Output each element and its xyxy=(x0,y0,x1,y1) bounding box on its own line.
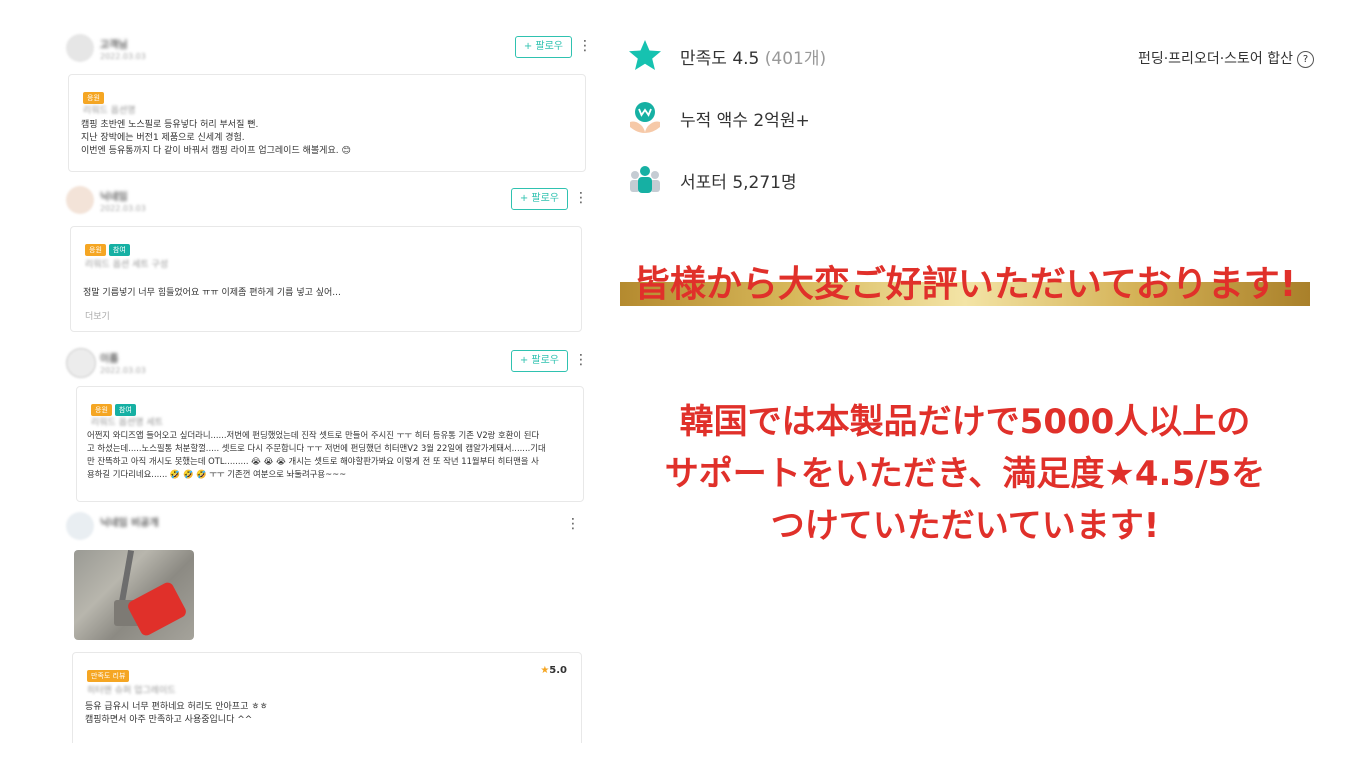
review-text: 등유 급유시 너무 편하네요 허리도 안아프고 ㅎㅎ 캠핑하면서 아주 만족하고… xyxy=(85,701,569,727)
review-date-blurred: 2022.03.03 xyxy=(100,52,146,61)
review-line: 정말 기름넣기 너무 힘들었어요 ㅠㅠ 이제좀 편하게 기름 넣고 싶어... xyxy=(83,288,341,298)
review-tag: 응원 xyxy=(85,244,106,256)
scope-note: 펀딩·프리오더·스토어 합산? xyxy=(1138,48,1314,68)
rating-badge: ★5.0 xyxy=(540,665,567,676)
review-tag: 참여 xyxy=(108,244,130,256)
satisfaction-text: 만족도 4.5 (401개) xyxy=(680,49,827,69)
reward-name-blurred: 히터맨 슈퍼 업그레이드 xyxy=(87,686,176,696)
money-hands-icon xyxy=(630,102,660,133)
kebab-menu-icon[interactable]: ⋮ xyxy=(578,36,592,56)
review-header: 고객님 2022.03.03 + 팔로우 ⋮ xyxy=(60,28,600,72)
review-line: 만 잔뜩하고 아직 개시도 못했는데 OTL......... 😭 😭 😭 개시… xyxy=(87,456,539,466)
stat-total-amount: 누적 액수 2억원+ xyxy=(628,98,1328,138)
avatar[interactable] xyxy=(66,186,94,214)
review-line: 고 하셨는데.....노스필통 처분할껄..... 셋트로 다시 주문합니다 ㅜ… xyxy=(87,443,546,453)
promo-line: つけていただいています! xyxy=(770,506,1160,546)
review-line: 용하길 기다리네요...... 🤣 🤣 🤣 ㅜㅜ 기존껀 여분으로 놔둘려구용~… xyxy=(87,469,347,479)
review-text: 정말 기름넣기 너무 힘들었어요 ㅠㅠ 이제좀 편하게 기름 넣고 싶어... xyxy=(83,287,569,300)
user-name-blurred: 고객님 xyxy=(100,40,128,51)
review-line: 캠핑 초반엔 노스필로 등유넣다 허리 부서질 뻔. xyxy=(81,120,259,130)
review-card: 응원 리워드 옵션명 캠핑 초반엔 노스필로 등유넣다 허리 부서질 뻔. 지난… xyxy=(68,74,586,172)
promo-line: サポートをいただき、満足度★4.5/5を xyxy=(664,454,1266,494)
stat-supporters: 서포터 5,271명 xyxy=(628,160,1328,200)
review-card: 응원 참여 리워드 옵션명 세트 어쩐지 와디즈앱 들어오고 싶더라니......… xyxy=(76,386,584,502)
more-link[interactable]: 더보기 xyxy=(85,309,110,322)
review-header: 이름 2022.03.03 + 팔로우 ⋮ xyxy=(60,342,600,386)
review-card: 응원 참여 리워드 옵션 세트 구성 정말 기름넣기 너무 힘들었어요 ㅠㅠ 이제… xyxy=(70,226,582,332)
review-date-blurred: 2022.03.03 xyxy=(100,204,146,213)
avatar[interactable] xyxy=(66,348,96,378)
kebab-menu-icon[interactable]: ⋮ xyxy=(574,188,588,208)
avatar[interactable] xyxy=(66,512,94,540)
kebab-menu-icon[interactable]: ⋮ xyxy=(574,350,588,370)
review-line: 이번엔 등유통까지 다 같이 바꿔서 캠핑 라이프 업그레이드 해볼게요. 😊 xyxy=(81,146,351,156)
help-circle-icon[interactable]: ? xyxy=(1297,51,1314,68)
avatar[interactable] xyxy=(66,34,94,62)
follow-button[interactable]: + 팔로우 xyxy=(514,36,572,58)
total-amount-text: 누적 액수 2억원+ xyxy=(680,111,810,131)
review-item: 닉네임 2022.03.03 + 팔로우 ⋮ 응원 참여 리워드 옵션 세트 구성… xyxy=(60,180,600,332)
review-text: 캠핑 초반엔 노스필로 등유넣다 허리 부서질 뻔. 지난 장박에는 버전1 제… xyxy=(81,119,573,158)
user-name-blurred: 닉네임 비공개 xyxy=(100,518,159,529)
review-list: 고객님 2022.03.03 + 팔로우 ⋮ 응원 리워드 옵션명 캠핑 초반엔… xyxy=(60,28,600,743)
promo-body: 韓国では本製品だけで5000人以上の サポートをいただき、満足度★4.5/5を … xyxy=(620,396,1310,552)
supporters-icon xyxy=(630,166,660,193)
kebab-menu-icon[interactable]: ⋮ xyxy=(566,514,580,534)
follow-button[interactable]: + 팔로우 xyxy=(510,188,568,210)
review-tag: 만족도 리뷰 xyxy=(87,670,130,682)
promo-headline: 皆様から大変ご好評いただいております! xyxy=(633,264,1297,305)
review-header: 닉네임 비공개 ⋮ xyxy=(60,506,600,550)
review-line: 지난 장박에는 버전1 제품으로 신세계 경험. xyxy=(81,133,245,143)
promo-line: 韓国では本製品だけで5000人以上の xyxy=(679,402,1251,442)
reward-name-blurred: 리워드 옵션명 세트 xyxy=(91,418,163,428)
stat-satisfaction: 만족도 4.5 (401개) 펀딩·프리오더·스토어 합산? xyxy=(628,36,1328,76)
review-header: 닉네임 2022.03.03 + 팔로우 ⋮ xyxy=(60,180,600,224)
follow-button[interactable]: + 팔로우 xyxy=(510,350,568,372)
review-line: 어쩐지 와디즈앱 들어오고 싶더라니......저번에 펀딩했었는데 진작 셋트… xyxy=(87,430,540,440)
star-icon: ★ xyxy=(540,665,550,676)
review-date-blurred: 2022.03.03 xyxy=(100,366,146,375)
review-text: 어쩐지 와디즈앱 들어오고 싶더라니......저번에 펀딩했었는데 진작 셋트… xyxy=(87,429,575,481)
review-card: 만족도 리뷰 ★5.0 히터맨 슈퍼 업그레이드 등유 급유시 너무 편하네요 … xyxy=(72,652,582,743)
review-line: 등유 급유시 너무 편하네요 허리도 안아프고 ㅎㅎ xyxy=(85,702,268,712)
rating-value: 5.0 xyxy=(549,665,567,676)
review-item: 이름 2022.03.03 + 팔로우 ⋮ 응원 참여 리워드 옵션명 세트 어쩐… xyxy=(60,342,600,502)
reward-name-blurred: 리워드 옵션 세트 구성 xyxy=(85,260,169,270)
supporters-text: 서포터 5,271명 xyxy=(680,173,797,193)
reward-name-blurred: 리워드 옵션명 xyxy=(83,106,136,116)
user-name-blurred: 이름 xyxy=(100,354,119,365)
review-item: 고객님 2022.03.03 + 팔로우 ⋮ 응원 리워드 옵션명 캠핑 초반엔… xyxy=(60,28,600,172)
star-icon xyxy=(629,40,661,70)
review-line: 캠핑하면서 아주 만족하고 사용중입니다 ^^ xyxy=(85,715,253,725)
user-name-blurred: 닉네임 xyxy=(100,192,128,203)
review-photo[interactable] xyxy=(74,550,194,640)
review-item: 닉네임 비공개 ⋮ xyxy=(60,506,600,550)
